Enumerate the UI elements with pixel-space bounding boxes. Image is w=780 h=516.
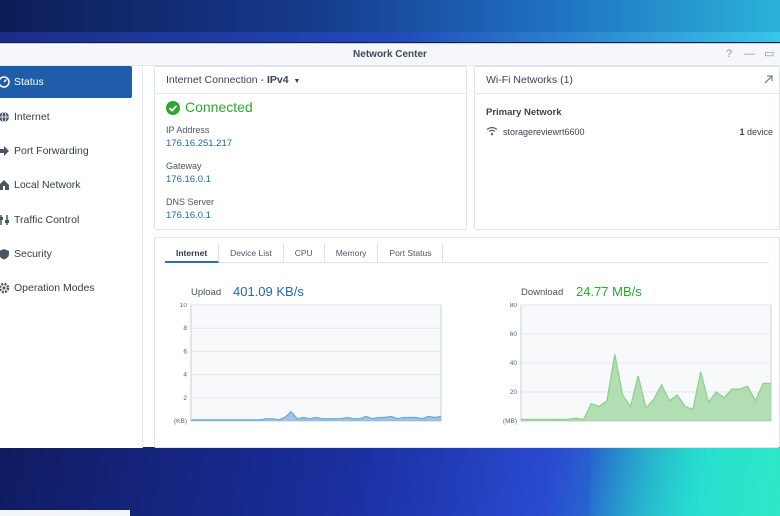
- upload-rate: 401.09 KB/s: [233, 284, 304, 299]
- resource-monitor-panel: Internet Device List CPU Memory Port Sta…: [154, 237, 780, 448]
- upload-tick-label: 10: [180, 303, 188, 309]
- tab-internet[interactable]: Internet: [165, 243, 220, 263]
- check-circle-icon: [166, 101, 180, 115]
- globe-icon: [0, 111, 9, 123]
- download-unit-label: (MB): [503, 418, 517, 425]
- sidebar-item-status[interactable]: Status: [0, 66, 132, 98]
- protocol-selector[interactable]: IPv4: [267, 74, 289, 86]
- gear-icon: [0, 282, 10, 294]
- upload-plot-area: [190, 304, 442, 422]
- wifi-device-count: 1 device: [739, 127, 773, 137]
- upload-unit-label: (KB): [174, 418, 187, 425]
- sidebar-item-label: Port Forwarding: [14, 145, 89, 157]
- gateway-value: 176.16.0.1: [166, 174, 211, 185]
- sidebar-item-label: Status: [14, 76, 44, 88]
- sidebar-item-internet[interactable]: Internet: [0, 101, 132, 133]
- gauge-icon: [0, 76, 10, 88]
- sidebar: Status Internet Port Forwarding Local Ne…: [0, 66, 143, 448]
- sidebar-item-label: Security: [14, 248, 52, 260]
- connection-status: Connected: [185, 99, 253, 115]
- upload-tick-label: 6: [183, 348, 187, 355]
- arrow-icon: [0, 146, 9, 156]
- download-tick-label: 20: [510, 389, 518, 396]
- upload-tick-label: 4: [183, 372, 187, 379]
- download-label: Download: [521, 287, 564, 298]
- tab-device-list[interactable]: Device List: [219, 243, 284, 263]
- dns-server-label: DNS Server: [166, 197, 215, 207]
- internet-connection-title: Internet Connection -: [166, 74, 267, 86]
- sidebar-item-port-forwarding[interactable]: Port Forwarding: [0, 135, 132, 167]
- download-tick-label: 60: [510, 331, 518, 338]
- wifi-ssid[interactable]: storagereviewrt6600: [503, 127, 585, 137]
- wifi-networks-title: Wi-Fi Networks (1): [486, 74, 573, 86]
- wifi-device-suffix: device: [744, 127, 773, 137]
- ip-address-value: 176.16.251.217: [166, 138, 233, 149]
- home-network-icon: [0, 180, 9, 190]
- desktop-wallpaper-bottom: [0, 448, 780, 516]
- shield-icon: [0, 249, 9, 260]
- upload-label: Upload: [191, 287, 222, 298]
- taskbar-edge: [0, 510, 130, 516]
- sidebar-item-local-network[interactable]: Local Network: [0, 169, 132, 201]
- tab-cpu[interactable]: CPU: [284, 243, 325, 263]
- download-tick-label: 40: [510, 360, 518, 367]
- help-icon[interactable]: ?: [724, 47, 734, 61]
- maximize-icon[interactable]: ▭: [764, 47, 774, 61]
- ip-address-label: IP Address: [166, 125, 210, 135]
- download-chart: 20 40 60 80 (MB): [503, 303, 772, 425]
- upload-tick-label: 8: [183, 325, 187, 332]
- window-titlebar[interactable]: Network Center ? — ▭: [0, 44, 780, 66]
- sidebar-item-label: Traffic Control: [14, 214, 80, 226]
- tab-memory[interactable]: Memory: [325, 243, 379, 263]
- upload-chart: 2 4 6 8 10 (KB): [174, 303, 442, 425]
- window-title: Network Center: [353, 49, 427, 60]
- wifi-networks-header: Wi-Fi Networks (1): [475, 67, 779, 94]
- sidebar-item-operation-modes[interactable]: Operation Modes: [0, 272, 132, 304]
- wifi-networks-panel: Wi-Fi Networks (1) Primary Network stora…: [474, 66, 780, 230]
- sidebar-item-label: Operation Modes: [14, 282, 95, 294]
- sidebar-item-label: Local Network: [14, 179, 81, 191]
- dns-server-value: 176.16.0.1: [166, 210, 211, 221]
- tab-port-status[interactable]: Port Status: [378, 243, 444, 263]
- download-tick-label: 80: [510, 303, 518, 309]
- expand-icon[interactable]: [764, 75, 773, 84]
- sidebar-item-label: Internet: [14, 111, 50, 123]
- sliders-icon: [0, 215, 9, 225]
- wifi-icon: [486, 126, 498, 136]
- primary-network-label: Primary Network: [486, 107, 562, 118]
- desktop-wallpaper-top: [0, 0, 780, 42]
- monitor-tabs: Internet Device List CPU Memory Port Sta…: [165, 243, 769, 263]
- gateway-label: Gateway: [166, 161, 202, 171]
- minimize-icon[interactable]: —: [744, 47, 755, 61]
- chevron-down-icon[interactable]: ▼: [294, 78, 301, 85]
- sidebar-item-traffic-control[interactable]: Traffic Control: [0, 204, 132, 236]
- sidebar-item-security[interactable]: Security: [0, 238, 132, 270]
- upload-tick-label: 2: [183, 395, 187, 402]
- network-center-window: Network Center ? — ▭ Status Internet Por…: [0, 43, 780, 448]
- download-rate: 24.77 MB/s: [576, 284, 642, 299]
- internet-connection-header[interactable]: Internet Connection - IPv4 ▼: [155, 67, 466, 94]
- internet-connection-panel: Internet Connection - IPv4 ▼ Connected I…: [154, 66, 467, 230]
